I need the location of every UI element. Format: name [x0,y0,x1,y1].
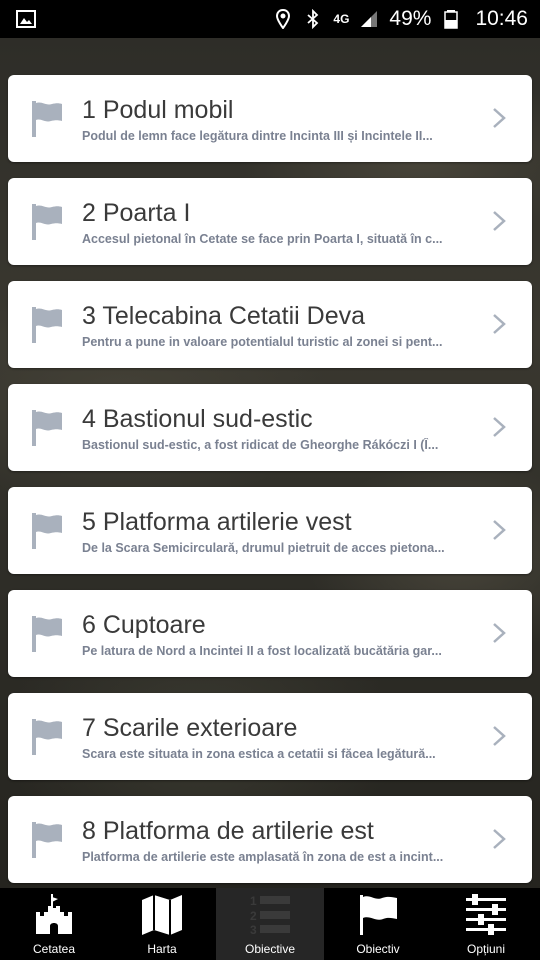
item-title: 3 Telecabina Cetatii Deva [82,301,366,330]
item-title: 1 Podul mobil [82,95,234,124]
tab-label: Cetatea [32,942,76,956]
item-title: 8 Platforma de artilerie est [82,816,374,845]
sliders-icon [466,894,506,935]
tab-optiuni[interactable]: Opțiuni [432,888,540,960]
flag-icon [32,306,62,343]
objectives-list: 1 Podul mobil Podul de lemn face legătur… [8,75,532,899]
item-description: Pentru a pune in valoare potentialul tur… [82,334,443,349]
item-description: Podul de lemn face legătura dintre Incin… [82,128,433,143]
flag-icon [32,409,62,446]
tab-label: Harta [147,942,177,956]
list-item[interactable]: 6 Cuptoare Pe latura de Nord a Incintei … [8,590,532,677]
chevron-right-icon [493,211,506,231]
list-item[interactable]: 8 Platforma de artilerie est Platforma d… [8,796,532,883]
chevron-right-icon [493,520,506,540]
item-description: Accesul pietonal în Cetate se face prin … [82,231,443,246]
flag-icon [32,821,62,858]
svg-text:2: 2 [250,909,257,923]
numbered-list-icon: 1 2 3 [250,894,290,936]
tab-cetatea[interactable]: Cetatea [0,888,108,960]
tab-obiectiv[interactable]: Obiectiv [324,888,432,960]
item-title: 7 Scarile exterioare [82,713,298,742]
bluetooth-icon [307,9,319,29]
chevron-right-icon [493,829,506,849]
item-description: Bastionul sud-estic, a fost ridicat de G… [82,437,439,452]
list-item[interactable]: 4 Bastionul sud-estic Bastionul sud-esti… [8,384,532,471]
list-item[interactable]: 7 Scarile exterioare Scara este situata … [8,693,532,780]
item-title: 4 Bastionul sud-estic [82,404,313,433]
chevron-right-icon [493,726,506,746]
network-type: 4G [333,12,350,26]
chevron-right-icon [493,417,506,437]
item-title: 2 Poarta I [82,198,191,227]
flag-icon [32,100,62,137]
list-item[interactable]: 5 Platforma artilerie vest De la Scara S… [8,487,532,574]
svg-text:3: 3 [250,923,257,936]
item-description: De la Scara Semicirculară, drumul pietru… [82,540,445,555]
flag-icon [360,895,397,935]
tab-harta[interactable]: Harta [108,888,216,960]
signal-icon [361,11,378,27]
tab-label: Obiective [244,942,296,956]
item-title: 6 Cuptoare [82,610,206,639]
battery-percent: 49% [389,7,432,30]
chevron-right-icon [493,314,506,334]
clock: 10:46 [475,7,528,30]
list-item[interactable]: 2 Poarta I Accesul pietonal în Cetate se… [8,178,532,265]
battery-icon [444,10,459,29]
bottom-tab-bar: Cetatea Harta 1 2 3 Obiective Obiectiv O… [0,888,540,960]
list-item[interactable]: 1 Podul mobil Podul de lemn face legătur… [8,75,532,162]
chevron-right-icon [493,623,506,643]
castle-icon [36,894,72,934]
tab-label: Opțiuni [466,942,506,956]
map-icon [142,895,182,935]
flag-icon [32,512,62,549]
flag-icon [32,615,62,652]
tab-obiective[interactable]: 1 2 3 Obiective [216,888,324,960]
tab-label: Obiectiv [356,942,400,956]
list-item[interactable]: 3 Telecabina Cetatii Deva Pentru a pune … [8,281,532,368]
flag-icon [32,203,62,240]
status-bar: 4G 49% 10:46 [0,0,540,38]
location-icon [276,9,291,29]
item-title: 5 Platforma artilerie vest [82,507,352,536]
item-description: Scara este situata in zona estica a ceta… [82,746,436,761]
item-description: Pe latura de Nord a Incintei II a fost l… [82,643,442,658]
gallery-notification-icon [16,10,36,28]
svg-text:1: 1 [250,894,257,908]
item-description: Platforma de artilerie este amplasată în… [82,849,444,864]
flag-icon [32,718,62,755]
chevron-right-icon [493,108,506,128]
